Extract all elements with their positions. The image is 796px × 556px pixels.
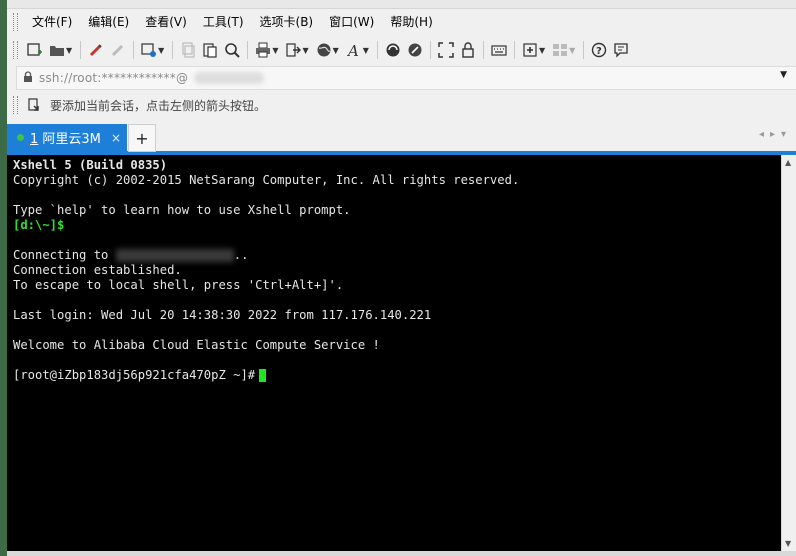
- menu-file[interactable]: 文件(F): [24, 12, 80, 32]
- print-icon[interactable]: [253, 40, 273, 60]
- terminal-scrollbar[interactable]: ▲ ▼: [781, 155, 796, 551]
- chat-icon[interactable]: [611, 40, 631, 60]
- hint-grip[interactable]: [13, 96, 18, 114]
- connection-status-icon: [17, 134, 24, 141]
- tab-label: 1 阿里云3M: [30, 128, 101, 147]
- menu-help[interactable]: 帮助(H): [382, 12, 440, 32]
- toolbar-grip[interactable]: [13, 41, 18, 59]
- paste-icon[interactable]: [200, 40, 220, 60]
- toolbar-separator: [513, 41, 515, 59]
- connecting-text: Connecting to: [13, 248, 116, 262]
- toolbar-separator: [429, 41, 431, 59]
- toolbar-separator: [247, 41, 249, 59]
- keyboard-icon[interactable]: [489, 40, 509, 60]
- desktop-background: [0, 0, 7, 556]
- session-hint-text: 要添加当前会话，点击左侧的箭头按钮。: [50, 98, 267, 113]
- transfer-dropdown-icon[interactable]: ▼: [302, 46, 308, 55]
- disconnect-icon[interactable]: [108, 40, 128, 60]
- redacted-host: [115, 249, 234, 262]
- open-folder-icon[interactable]: [47, 40, 67, 60]
- xshell-icon[interactable]: [405, 40, 425, 60]
- terminal-line: Last login: Wed Jul 20 14:38:30 2022 fro…: [13, 308, 432, 322]
- shell-prompt-line: [root@iZbp183dj56p921cfa470pZ ~]#: [13, 368, 267, 383]
- menu-grip[interactable]: [13, 13, 18, 31]
- font-icon[interactable]: A: [344, 40, 364, 60]
- app-window: 文件(F) 编辑(E) 查看(V) 工具(T) 选项卡(B) 窗口(W) 帮助(…: [7, 0, 796, 556]
- menu-window[interactable]: 窗口(W): [321, 12, 382, 32]
- address-dropdown-icon[interactable]: ▼: [780, 70, 787, 80]
- print-dropdown-icon[interactable]: ▼: [272, 46, 278, 55]
- copy-icon[interactable]: [178, 40, 198, 60]
- toolbar-separator: [133, 41, 135, 59]
- shell-prompt: [root@iZbp183dj56p921cfa470pZ ~]#: [13, 368, 256, 382]
- toolbar-separator: [172, 41, 174, 59]
- add-dropdown-icon[interactable]: ▼: [539, 46, 545, 55]
- new-tab-button[interactable]: +: [128, 124, 156, 152]
- session-hint-bar: 要添加当前会话，点击左侧的箭头按钮。: [7, 93, 796, 117]
- add-session-arrow-icon[interactable]: [25, 95, 45, 115]
- find-icon[interactable]: [222, 40, 242, 60]
- menu-bar: 文件(F) 编辑(E) 查看(V) 工具(T) 选项卡(B) 窗口(W) 帮助(…: [7, 10, 796, 34]
- title-bar: [7, 0, 796, 9]
- terminal-line: Xshell 5 (Build 0835): [13, 158, 168, 172]
- properties-dropdown-icon[interactable]: ▼: [158, 46, 164, 55]
- lock-icon[interactable]: [458, 40, 478, 60]
- xshell-window: 文件(F) 编辑(E) 查看(V) 工具(T) 选项卡(B) 窗口(W) 帮助(…: [0, 0, 796, 556]
- new-session-icon[interactable]: [25, 40, 45, 60]
- toolbar: ▼ ▼ ▼ ▼ ▼ A ▼ ▼ ▼ ?: [7, 37, 796, 63]
- terminal-line: Copyright (c) 2002-2015 NetSarang Comput…: [13, 173, 520, 187]
- globe-dropdown-icon[interactable]: ▼: [333, 46, 339, 55]
- toolbar-separator: [376, 41, 378, 59]
- reconnect-icon[interactable]: [86, 40, 106, 60]
- status-bar: [7, 551, 796, 556]
- properties-icon[interactable]: [139, 40, 159, 60]
- layout-icon[interactable]: [550, 40, 570, 60]
- local-prompt: [d:\~]$: [13, 218, 65, 232]
- terminal-cursor: [259, 369, 267, 382]
- fullscreen-icon[interactable]: [436, 40, 456, 60]
- open-dropdown-icon[interactable]: ▼: [66, 46, 72, 55]
- transfer-icon[interactable]: [283, 40, 303, 60]
- lock-icon: [17, 70, 39, 86]
- menu-tools[interactable]: 工具(T): [195, 12, 252, 32]
- tab-title: 阿里云3M: [38, 132, 101, 147]
- address-bar[interactable]: ssh://root:************@ ▼: [16, 66, 796, 90]
- toolbar-separator: [80, 41, 82, 59]
- terminal-line: To escape to local shell, press 'Ctrl+Al…: [13, 278, 344, 292]
- globe-icon[interactable]: [314, 40, 334, 60]
- menu-edit[interactable]: 编辑(E): [80, 12, 137, 32]
- tab-bar: 1 阿里云3M × + ◂▸▾: [7, 124, 796, 155]
- font-dropdown-icon[interactable]: ▼: [363, 46, 369, 55]
- terminal-line: Type `help' to learn how to use Xshell p…: [13, 203, 351, 217]
- svg-text:A: A: [346, 42, 359, 58]
- tab-scroll-icons[interactable]: ◂▸▾: [759, 129, 792, 140]
- toolbar-separator: [482, 41, 484, 59]
- toolbar-separator: [583, 41, 585, 59]
- connecting-ellipsis: ..: [233, 248, 249, 262]
- tab-aliyun[interactable]: 1 阿里云3M ×: [7, 124, 127, 151]
- add-icon[interactable]: [520, 40, 540, 60]
- help-icon[interactable]: ?: [589, 40, 609, 60]
- scroll-down-icon[interactable]: ▼: [785, 539, 791, 548]
- menu-view[interactable]: 查看(V): [137, 12, 195, 32]
- xftp-icon[interactable]: [383, 40, 403, 60]
- terminal-line: Connection established.: [13, 263, 182, 277]
- address-input[interactable]: ssh://root:************@: [39, 71, 188, 85]
- layout-dropdown-icon[interactable]: ▼: [569, 46, 575, 55]
- redacted-host: [194, 72, 265, 84]
- terminal-line: Connecting to ..: [13, 248, 248, 263]
- close-tab-icon[interactable]: ×: [111, 131, 121, 145]
- menu-tabs[interactable]: 选项卡(B): [252, 12, 322, 32]
- svg-text:?: ?: [596, 46, 602, 57]
- terminal-line: Welcome to Alibaba Cloud Elastic Compute…: [13, 338, 380, 352]
- terminal[interactable]: Xshell 5 (Build 0835) Copyright (c) 2002…: [7, 155, 781, 551]
- scroll-up-icon[interactable]: ▲: [785, 158, 791, 167]
